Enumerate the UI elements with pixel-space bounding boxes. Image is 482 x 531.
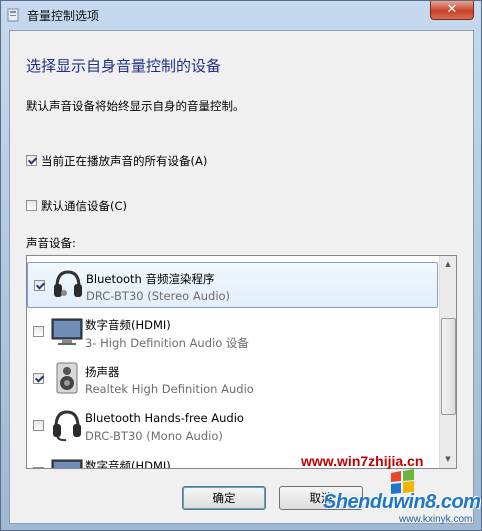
description-text: 默认声音设备将始终显示自身的音量控制。: [26, 99, 245, 113]
device-list-scrollbar[interactable]: ▲ ▼: [439, 256, 456, 468]
watermark-site: Shenduwin8.com: [323, 491, 481, 513]
headset-icon: [54, 270, 82, 297]
title-bar[interactable]: 音量控制选项 ✕: [1, 1, 481, 29]
window-title: 音量控制选项: [27, 9, 100, 23]
option-default-communication-device[interactable]: 默认通信设备(C): [26, 198, 127, 214]
device-checkbox[interactable]: [34, 280, 45, 291]
all-playing-devices-checkbox[interactable]: [26, 155, 37, 166]
device-item-bluetooth-handsfree[interactable]: Bluetooth Hands-free Audio DRC-BT30 (Mon…: [27, 403, 438, 449]
scroll-up-arrow-icon[interactable]: ▲: [440, 256, 456, 273]
device-name: Bluetooth Hands-free Audio: [85, 411, 244, 425]
device-name: Bluetooth 音频渲染程序: [86, 272, 215, 286]
device-checkbox[interactable]: [33, 467, 44, 468]
option-label: 当前正在播放声音的所有设备(A): [41, 154, 208, 168]
device-checkbox[interactable]: [33, 420, 44, 431]
volume-options-dialog: 音量控制选项 ✕ 选择显示自身音量控制的设备 默认声音设备将始终显示自身的音量控…: [0, 0, 482, 531]
device-list[interactable]: Bluetooth 音频渲染程序 DRC-BT30 (Stereo Audio)…: [26, 255, 457, 469]
close-icon: ✕: [446, 2, 458, 17]
main-instruction: 选择显示自身音量控制的设备: [26, 57, 222, 75]
device-checkbox[interactable]: [33, 326, 44, 337]
device-item-speakers[interactable]: 扬声器 Realtek High Definition Audio: [27, 356, 438, 402]
ok-button[interactable]: 确定: [182, 486, 266, 510]
option-label: 默认通信设备(C): [41, 199, 128, 213]
device-description: 3- High Definition Audio 设备: [85, 336, 249, 350]
device-item-hdmi[interactable]: 数字音频(HDMI) 3- High Definition Audio 设备: [27, 309, 438, 355]
device-name: 数字音频(HDMI): [85, 459, 171, 469]
speaker-icon: [56, 362, 78, 394]
device-name: 数字音频(HDMI): [85, 318, 171, 332]
close-button[interactable]: ✕: [430, 1, 474, 20]
dialog-body: 选择显示自身音量控制的设备 默认声音设备将始终显示自身的音量控制。 当前正在播放…: [9, 30, 474, 524]
watermark-subtext: www.kxinyk.com: [399, 514, 473, 525]
device-checkbox[interactable]: [33, 373, 44, 384]
device-description: DRC-BT30 (Mono Audio): [85, 429, 223, 443]
scroll-down-arrow-icon[interactable]: ▼: [440, 451, 456, 468]
devices-label: 声音设备:: [26, 236, 76, 250]
device-item-bluetooth-audio[interactable]: Bluetooth 音频渲染程序 DRC-BT30 (Stereo Audio): [27, 262, 438, 308]
monitor-icon: [51, 318, 83, 345]
device-description: DRC-BT30 (Stereo Audio): [86, 289, 231, 303]
default-communication-checkbox[interactable]: [26, 200, 37, 211]
device-description: Realtek High Definition Audio: [85, 382, 254, 396]
scrollbar-thumb[interactable]: [441, 318, 456, 415]
device-name: 扬声器: [85, 365, 120, 379]
monitor-icon: [51, 459, 83, 468]
headset-icon: [53, 410, 81, 442]
option-all-playing-devices[interactable]: 当前正在播放声音的所有设备(A): [26, 153, 207, 169]
app-icon: [7, 8, 19, 22]
